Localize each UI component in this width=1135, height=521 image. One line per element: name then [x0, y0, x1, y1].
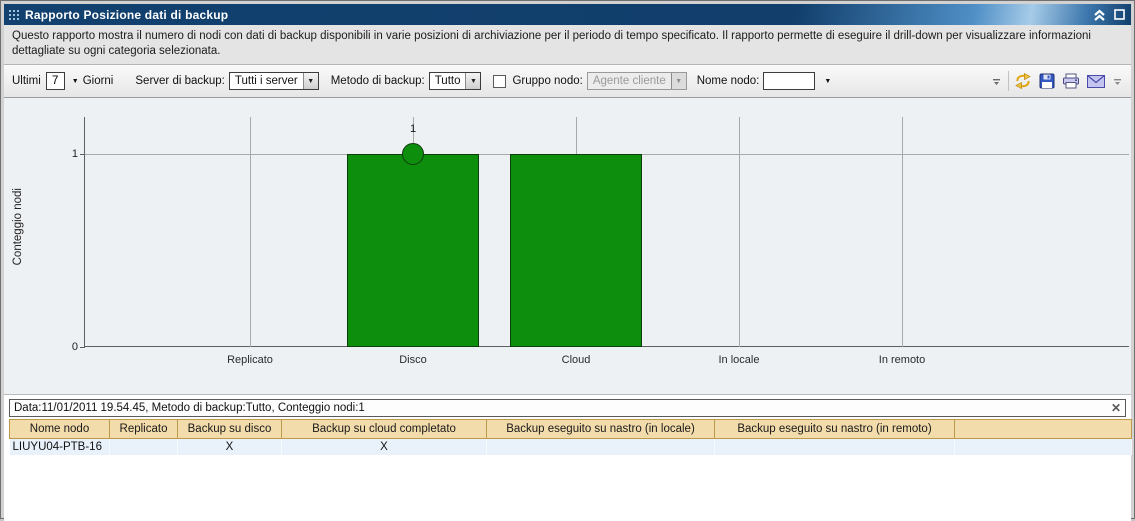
table-body: LIUYU04-PTB-16 XX	[10, 439, 1132, 455]
toolbar-overflow-icon[interactable]	[992, 75, 1001, 87]
nome-label: Nome nodo:	[697, 75, 760, 87]
y-tick	[80, 347, 85, 348]
column-header[interactable]: Nome nodo	[10, 420, 110, 439]
maximize-icon[interactable]	[1114, 9, 1125, 20]
grid-icon	[9, 10, 19, 20]
x-axis-category-label: Cloud	[506, 354, 646, 366]
table-cell: X	[178, 439, 282, 455]
print-icon[interactable]	[1062, 73, 1080, 89]
nome-dropdown-icon[interactable]: ▼	[824, 78, 831, 85]
chart-panel: Conteggio nodi 01ReplicatoDiscoCloudIn l…	[4, 98, 1131, 395]
detail-info-bar: Data:11/01/2011 19.54.45, Metodo di back…	[9, 399, 1126, 417]
refresh-icon[interactable]	[1014, 73, 1032, 89]
server-label: Server di backup:	[135, 75, 225, 87]
y-tick	[80, 154, 85, 155]
page-title: Rapporto Posizione dati di backup	[25, 8, 228, 22]
gruppo-select: Agente cliente ▼	[587, 72, 687, 90]
chevron-down-icon: ▼	[671, 73, 686, 89]
column-header[interactable]	[955, 420, 1132, 439]
v-gridline	[739, 117, 740, 347]
detail-panel: Data:11/01/2011 19.54.45, Metodo di back…	[4, 395, 1131, 521]
y-tick-label: 0	[72, 341, 78, 353]
collapse-icon[interactable]	[1093, 9, 1106, 21]
title-bar: Rapporto Posizione dati di backup	[4, 4, 1131, 25]
table-cell: LIUYU04-PTB-16	[10, 439, 110, 455]
metodo-select-value: Tutto	[430, 75, 466, 87]
table-cell	[487, 439, 715, 455]
days-input[interactable]	[46, 72, 65, 90]
column-header[interactable]: Backup eseguito su nastro (in locale)	[487, 420, 715, 439]
chart-bar[interactable]	[510, 154, 642, 347]
column-header[interactable]: Backup eseguito su nastro (in remoto)	[715, 420, 955, 439]
table-cell	[715, 439, 955, 455]
metodo-label: Metodo di backup:	[331, 75, 425, 87]
table-header-row: Nome nodoReplicatoBackup su discoBackup …	[10, 420, 1132, 439]
y-axis-label: Conteggio nodi	[12, 188, 24, 265]
x-axis-category-label: Replicato	[180, 354, 320, 366]
column-header[interactable]: Backup su disco	[178, 420, 282, 439]
server-select-value: Tutti i server	[230, 75, 303, 87]
report-description: Questo rapporto mostra il numero di nodi…	[4, 25, 1131, 65]
chevron-down-icon[interactable]: ▼	[303, 73, 318, 89]
server-select[interactable]: Tutti i server ▼	[229, 72, 319, 90]
v-gridline	[250, 117, 251, 347]
table-cell	[955, 439, 1132, 455]
metodo-select[interactable]: Tutto ▼	[429, 72, 482, 90]
column-header[interactable]: Backup su cloud completato	[282, 420, 487, 439]
filter-toolbar: Ultimi ▼ Giorni Server di backup: Tutti …	[4, 65, 1131, 98]
x-axis-category-label: In remoto	[832, 354, 972, 366]
giorni-label: Giorni	[83, 75, 114, 87]
table-cell: X	[282, 439, 487, 455]
data-point-label: 1	[410, 123, 416, 135]
nome-nodo-input[interactable]	[763, 72, 815, 90]
data-point-marker[interactable]	[402, 143, 424, 165]
x-axis-category-label: In locale	[669, 354, 809, 366]
ultimi-label: Ultimi	[12, 75, 41, 87]
y-tick-label: 1	[72, 148, 78, 160]
gruppo-checkbox[interactable]	[493, 75, 506, 88]
chart-plot: 01ReplicatoDiscoCloudIn localeIn remoto1	[84, 117, 1129, 347]
days-dropdown-icon[interactable]: ▼	[72, 78, 79, 85]
detail-info-text: Data:11/01/2011 19.54.45, Metodo di back…	[14, 402, 365, 414]
report-window: Rapporto Posizione dati di backup Questo…	[0, 0, 1135, 519]
v-gridline	[902, 117, 903, 347]
email-icon[interactable]	[1087, 75, 1105, 88]
table-row[interactable]: LIUYU04-PTB-16 XX	[10, 439, 1132, 455]
column-header[interactable]: Replicato	[110, 420, 178, 439]
chart-bar[interactable]	[347, 154, 479, 347]
gruppo-select-value: Agente cliente	[588, 75, 671, 87]
save-icon[interactable]	[1039, 73, 1055, 89]
chevron-down-icon[interactable]: ▼	[465, 73, 480, 89]
close-icon[interactable]: ✕	[1111, 401, 1121, 415]
toolbar-overflow-icon[interactable]	[1113, 75, 1122, 87]
x-axis-category-label: Disco	[343, 354, 483, 366]
detail-table: Nome nodoReplicatoBackup su discoBackup …	[9, 419, 1132, 455]
gruppo-label: Gruppo nodo:	[512, 75, 582, 87]
table-cell	[110, 439, 178, 455]
